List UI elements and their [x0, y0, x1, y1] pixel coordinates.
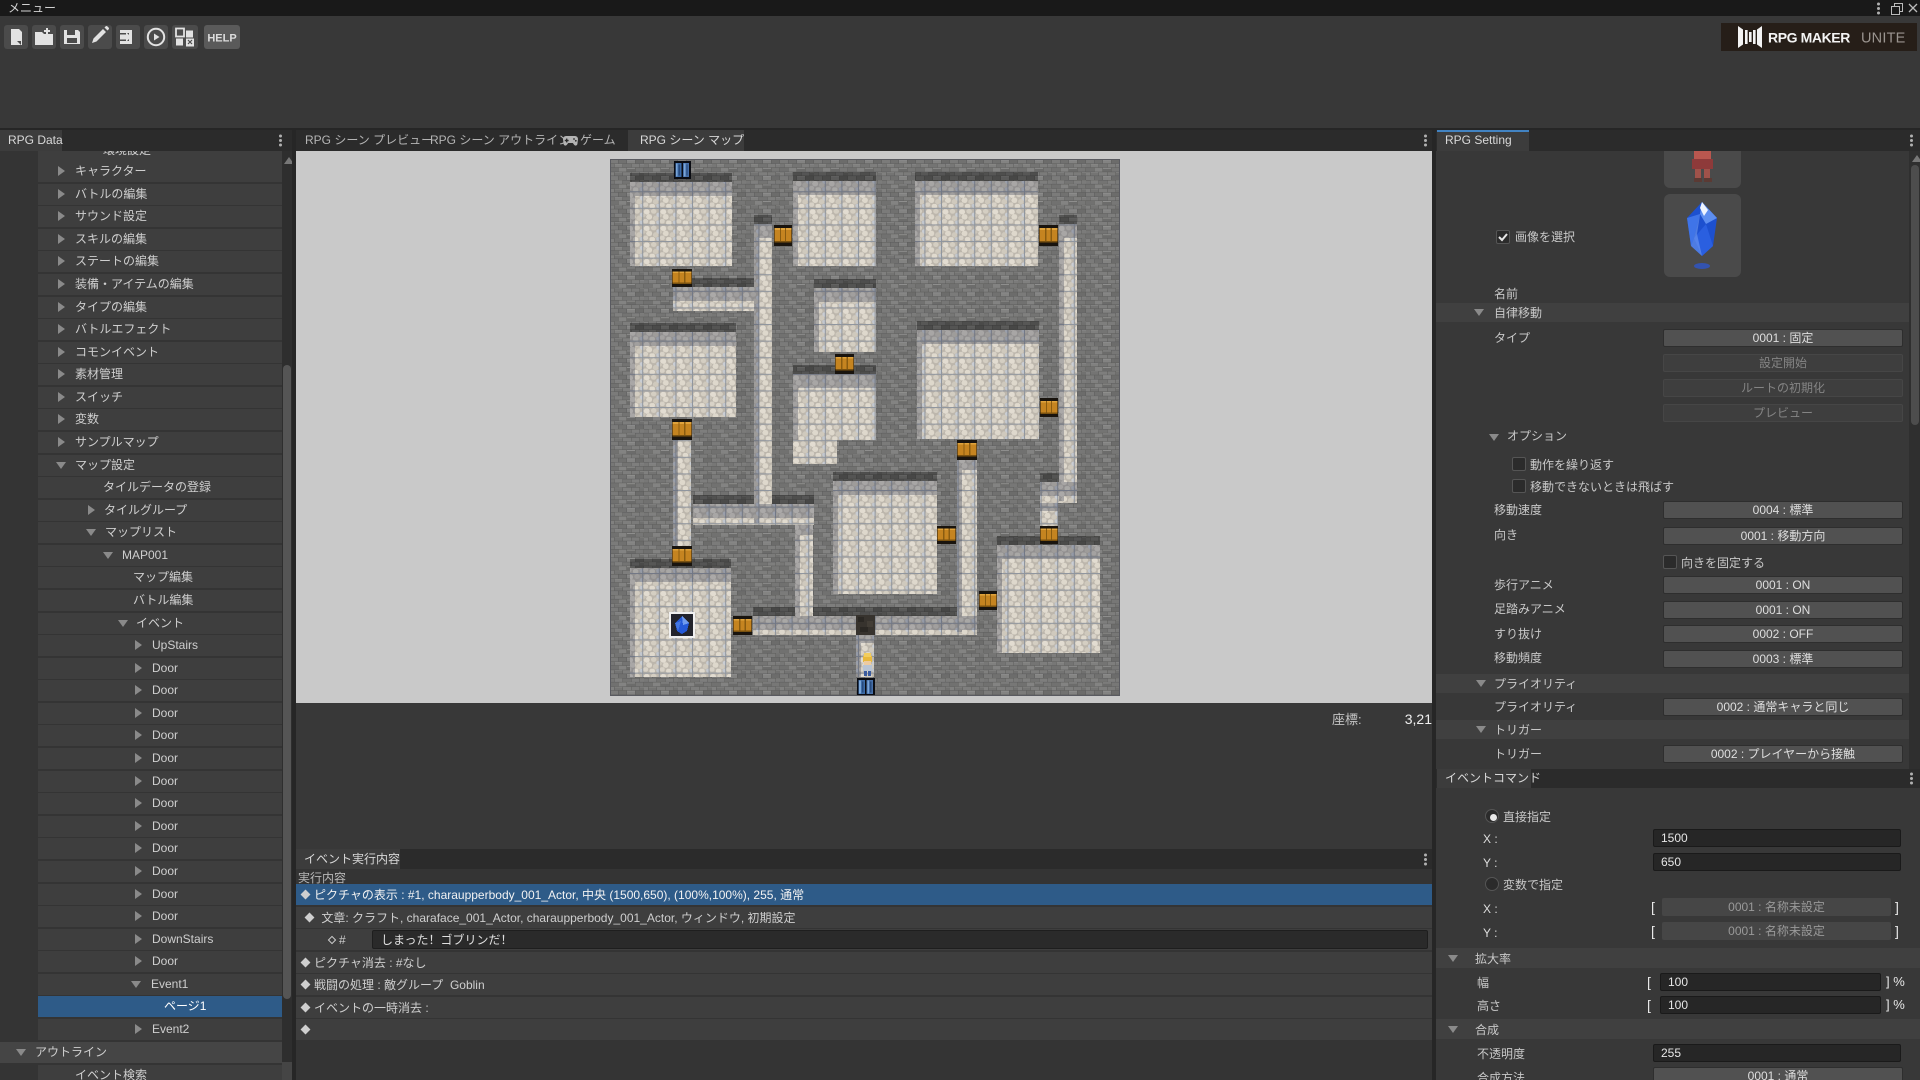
svg-text:HELP: HELP [207, 33, 236, 45]
svg-text:RPG MAKER: RPG MAKER [1768, 30, 1850, 46]
svg-text:UNITE: UNITE [1861, 31, 1906, 47]
